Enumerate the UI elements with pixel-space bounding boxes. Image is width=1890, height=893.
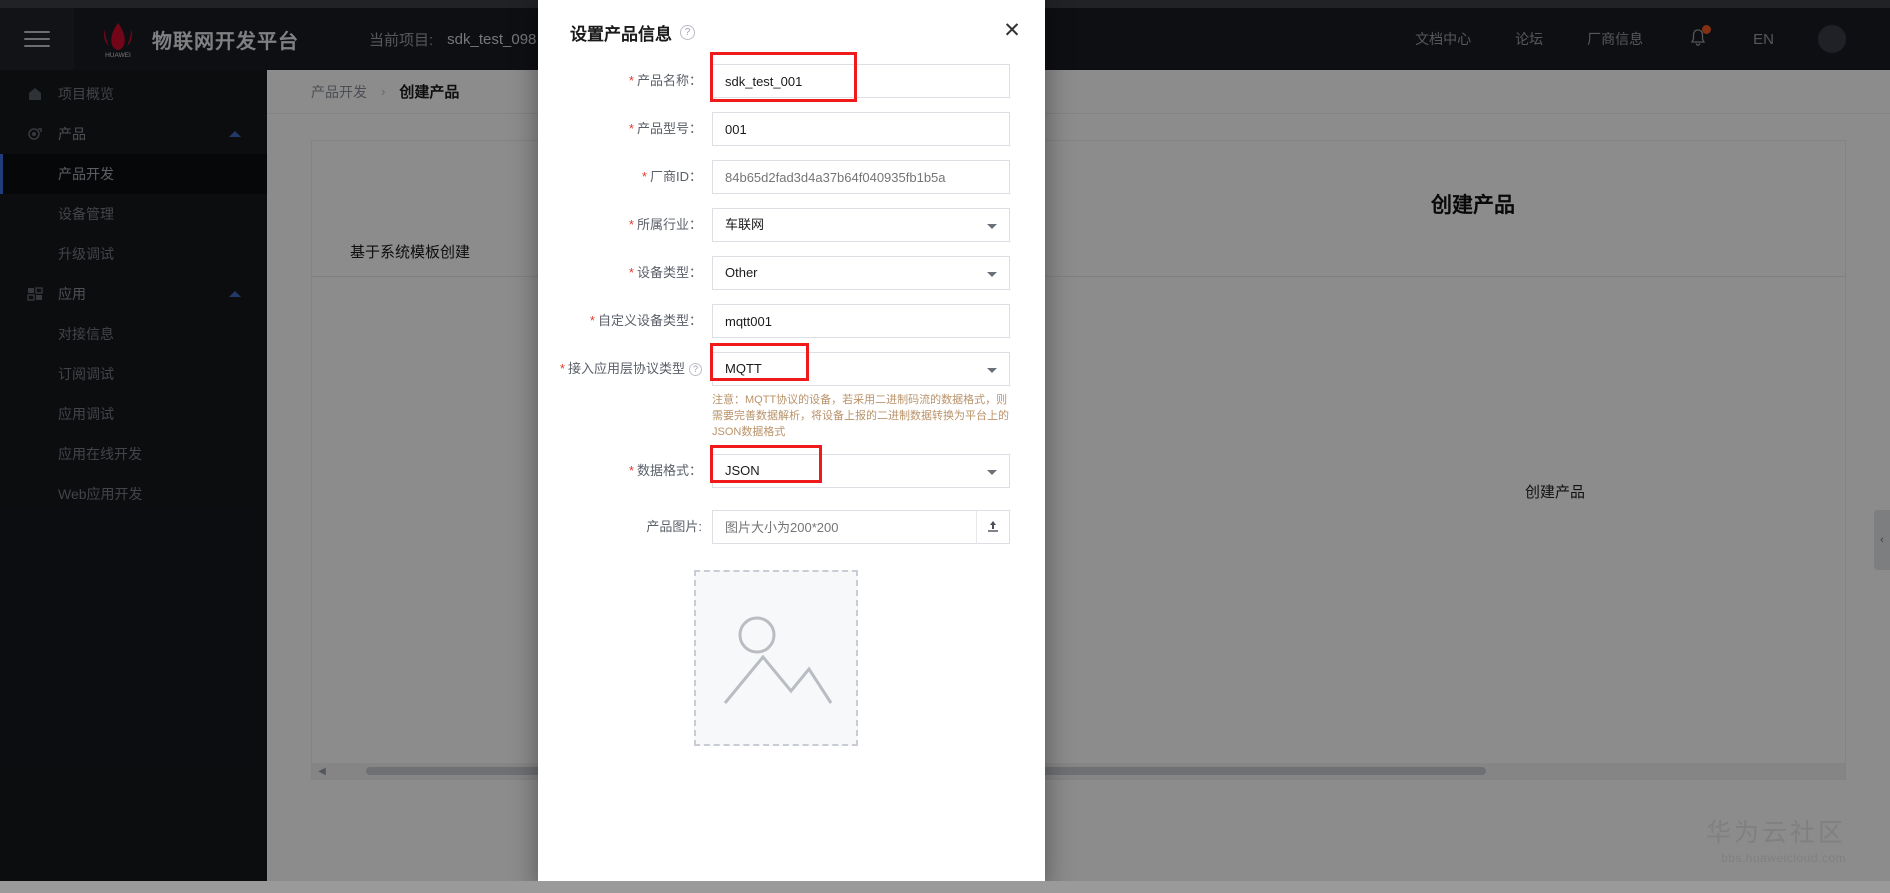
device-type-select[interactable]: Other [712,256,1010,290]
field-product-model: * 产品型号： [538,112,1013,146]
close-icon[interactable]: ✕ [999,19,1025,45]
field-product-image: 产品图片: [538,510,1013,544]
field-protocol-type: * 接入应用层协议类型? MQTT [538,343,1013,386]
custom-device-type-input[interactable] [712,304,1010,338]
dialog-title: 设置产品信息 [570,24,672,44]
label-text: 产品名称： [636,73,702,88]
label-text: 厂商ID： [649,169,702,184]
label-text: 设备类型： [636,265,702,280]
protocol-note-row: 注意：MQTT协议的设备，若采用二进制码流的数据格式，则需要完善数据解析，将设备… [538,388,1013,440]
chevron-down-icon [987,272,997,277]
help-icon[interactable]: ? [680,24,695,40]
label-text: 接入应用层协议类型 [567,361,685,376]
data-format-select[interactable]: JSON [712,454,1010,488]
label-text: 所属行业： [636,217,702,232]
field-label: * 所属行业： [538,208,712,242]
field-manufacturer-id: * 厂商ID： [538,160,1013,194]
dialog-header: 设置产品信息 ? ✕ [538,0,1045,64]
manufacturer-id-input[interactable] [712,160,1010,194]
field-custom-device-type: * 自定义设备类型： [538,304,1013,338]
required-marker: * [628,265,634,280]
field-industry: * 所属行业： 车联网 [538,208,1013,242]
required-marker: * [628,463,634,478]
field-device-type: * 设备类型： Other [538,256,1013,290]
help-icon[interactable]: ? [689,363,702,377]
field-control [712,160,1010,194]
label-text: 自定义设备类型： [597,313,702,328]
field-data-format: * 数据格式： JSON [538,445,1013,488]
device-type-select-value: Other [725,265,758,280]
dialog-body: *产品名称： *产品型号： *厂商ID： [538,52,1045,746]
screen: HUAWEI 物联网开发平台 当前项目: sdk_test_098 文档中心 论… [0,0,1890,893]
window-bottom-bar [0,881,1890,893]
field-label: * 厂商ID： [538,160,712,194]
data-format-select-value: JSON [725,463,760,478]
industry-select-value: 车联网 [725,217,765,232]
required-marker: * [628,217,634,232]
product-name-input[interactable] [712,64,1010,98]
field-label: * 设备类型： [538,256,712,290]
field-label: * 产品型号： [538,112,712,146]
chevron-down-icon [987,224,997,229]
field-label: * 自定义设备类型： [538,304,712,338]
field-control: 车联网 [712,208,1010,242]
product-model-input[interactable] [712,112,1010,146]
image-placeholder-icon [723,616,832,704]
required-marker: * [628,121,634,136]
field-control [710,52,1010,102]
label-text: 产品型号： [636,121,702,136]
required-marker: * [641,169,647,184]
product-info-dialog: 设置产品信息 ? ✕ *产品名称： *产品型号： [538,0,1045,893]
upload-icon [988,521,998,532]
label-text: 产品图片: [646,519,702,534]
chevron-down-icon [987,470,997,475]
protocol-note: 注意：MQTT协议的设备，若采用二进制码流的数据格式，则需要完善数据解析，将设备… [712,394,1009,438]
upload-button[interactable] [976,510,1010,544]
image-preview-placeholder[interactable] [693,570,858,746]
field-product-name: * 产品名称： [538,52,1013,102]
field-label: * 产品名称： [538,64,712,98]
note-spacer [538,388,712,440]
label-text: 数据格式： [636,463,702,478]
field-label: * 接入应用层协议类型? [538,352,712,386]
field-label: * 数据格式： [538,454,712,488]
field-control: MQTT [710,343,1010,386]
field-control [712,304,1010,338]
field-control: JSON [710,445,1010,488]
required-marker: * [628,73,634,88]
field-control: Other [712,256,1010,290]
industry-select[interactable]: 车联网 [712,208,1010,242]
product-image-input[interactable] [712,510,1010,544]
required-marker: * [559,361,565,376]
protocol-type-select-value: MQTT [725,361,762,376]
chevron-down-icon [987,368,997,373]
field-control [712,510,1010,544]
field-control [712,112,1010,146]
required-marker: * [589,313,595,328]
protocol-type-select[interactable]: MQTT [712,352,1010,386]
field-label: 产品图片: [538,510,712,544]
